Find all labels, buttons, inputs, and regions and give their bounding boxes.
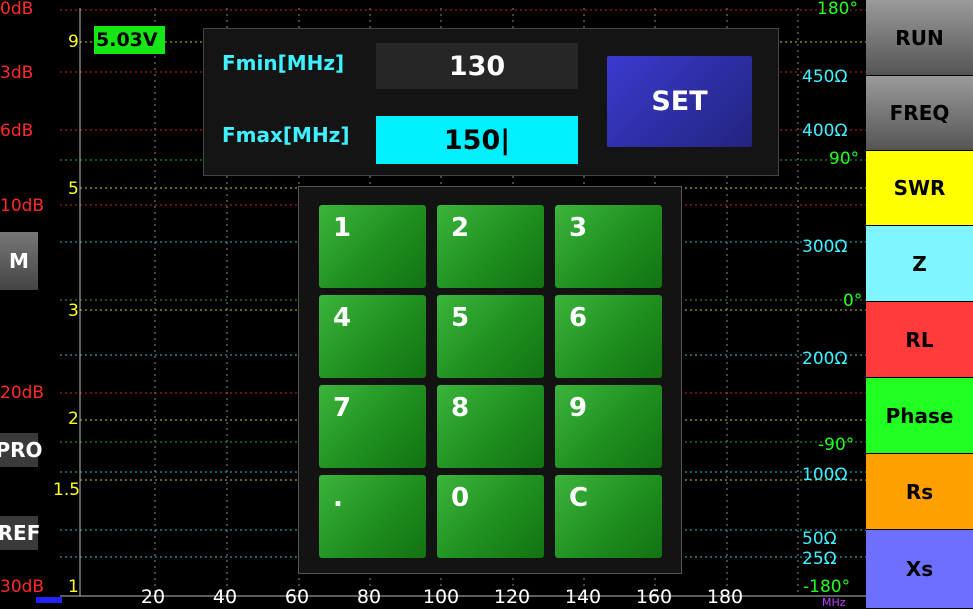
x-tick-20: 20 xyxy=(140,586,166,608)
fmax-label: Fmax[MHz] xyxy=(222,123,350,147)
x-unit-label: MHz xyxy=(822,596,846,609)
rl-button[interactable]: RL xyxy=(866,302,973,377)
marker-button[interactable]: M xyxy=(0,232,38,290)
swr-label-2: 2 xyxy=(68,409,79,429)
freq-range-panel: Fmin[MHz] 130 Fmax[MHz] 150| SET xyxy=(203,28,779,176)
db-label-3: 3dB xyxy=(0,63,34,83)
swr-label-9: 9 xyxy=(68,32,79,52)
db-label-20: 20dB xyxy=(0,383,45,403)
db-label-10: 10dB xyxy=(0,196,45,216)
x-tick-140: 140 xyxy=(564,586,602,608)
fmax-input[interactable]: 150| xyxy=(376,116,578,164)
x-tick-180: 180 xyxy=(706,586,744,608)
key-0[interactable]: 0 xyxy=(437,475,544,558)
phase-label-neg180: -180° xyxy=(803,577,851,597)
phase-label-180: 180° xyxy=(817,0,858,19)
rs-button[interactable]: Rs xyxy=(866,454,973,529)
key-5[interactable]: 5 xyxy=(437,295,544,378)
x-tick-40: 40 xyxy=(212,586,238,608)
pro-button[interactable]: PRO xyxy=(0,433,43,467)
phase-label-90: 90° xyxy=(829,149,860,169)
freq-button[interactable]: FREQ xyxy=(866,76,973,150)
key-2[interactable]: 2 xyxy=(437,205,544,288)
xs-button[interactable]: Xs xyxy=(866,530,973,608)
x-tick-80: 80 xyxy=(356,586,382,608)
key-6[interactable]: 6 xyxy=(555,295,662,378)
ohm-label-400: 400Ω xyxy=(802,121,848,141)
fmin-label: Fmin[MHz] xyxy=(222,51,345,75)
ohm-label-50: 50Ω xyxy=(802,529,837,549)
x-tick-160: 160 xyxy=(635,586,673,608)
key-clear[interactable]: C xyxy=(555,475,662,558)
key-decimal[interactable]: . xyxy=(319,475,426,558)
ohm-label-100: 100Ω xyxy=(802,465,848,485)
x-tick-60: 60 xyxy=(284,586,310,608)
ohm-label-450: 450Ω xyxy=(802,67,848,87)
ref-button[interactable]: REF xyxy=(0,516,40,550)
swr-label-1: 1 xyxy=(68,577,79,597)
fmin-input[interactable]: 130 xyxy=(376,43,578,89)
db-label-30: 30dB xyxy=(0,577,45,597)
swr-button[interactable]: SWR xyxy=(866,151,973,225)
db-label-6: 6dB xyxy=(0,121,34,141)
swr-label-5: 5 xyxy=(68,179,79,199)
key-3[interactable]: 3 xyxy=(555,205,662,288)
run-button[interactable]: RUN xyxy=(866,0,973,75)
swr-label-1-5: 1.5 xyxy=(53,480,81,500)
x-tick-100: 100 xyxy=(422,586,460,608)
voltage-text: 5.03V xyxy=(96,29,158,51)
phase-button[interactable]: Phase xyxy=(866,378,973,453)
phase-label-neg90: -90° xyxy=(818,435,855,455)
key-1[interactable]: 1 xyxy=(319,205,426,288)
z-button[interactable]: Z xyxy=(866,226,973,301)
key-9[interactable]: 9 xyxy=(555,385,662,468)
ohm-label-300: 300Ω xyxy=(802,237,848,257)
numeric-keypad: 1 2 3 4 5 6 7 8 9 . 0 C xyxy=(298,186,682,574)
phase-label-0: 0° xyxy=(843,291,863,311)
db-label-0: 0dB xyxy=(0,0,34,19)
x-tick-120: 120 xyxy=(493,586,531,608)
key-4[interactable]: 4 xyxy=(319,295,426,378)
key-7[interactable]: 7 xyxy=(319,385,426,468)
ohm-label-25: 25Ω xyxy=(802,549,837,569)
swr-label-3: 3 xyxy=(68,301,79,321)
key-8[interactable]: 8 xyxy=(437,385,544,468)
set-button[interactable]: SET xyxy=(607,56,752,147)
ohm-label-200: 200Ω xyxy=(802,349,848,369)
